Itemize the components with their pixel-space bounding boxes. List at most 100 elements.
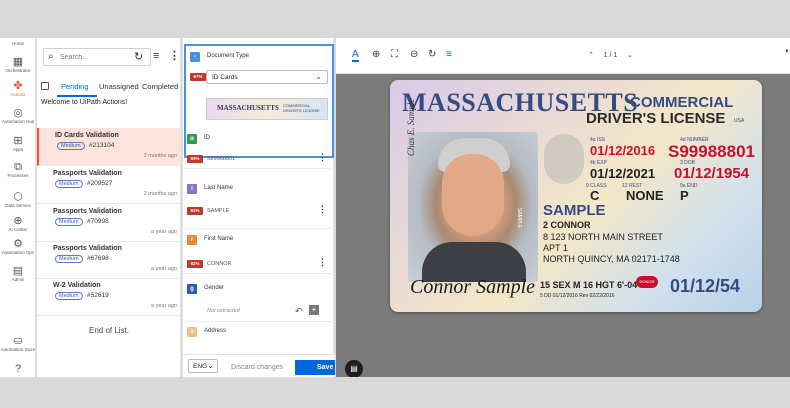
rotate-icon[interactable]: ↻ (428, 49, 436, 60)
rail-item-automation-hub[interactable]: ◎ Automation Hub (0, 107, 36, 124)
divider (183, 228, 335, 229)
task-id: #67698 (87, 255, 109, 262)
task-item[interactable]: Passports Validation Medium #70998 a yea… (37, 204, 181, 242)
photo-face (442, 154, 504, 236)
rail-home-label[interactable]: Home (0, 41, 36, 46)
chevron-down-icon: ⌄ (207, 361, 214, 370)
license-address3: NORTH QUINCY, MA 02171-1748 (543, 254, 680, 264)
document-type-select[interactable]: ID Cards ⌄ (206, 70, 328, 84)
orchestrator-icon: ▦ (12, 56, 24, 68)
page-down-icon[interactable]: ⌄ (627, 52, 633, 59)
task-item[interactable]: W-2 Validation Medium #52619 a year ago (37, 278, 181, 316)
task-time: a year ago (151, 229, 177, 235)
automation-ops-icon: ⚙ (13, 238, 23, 250)
field-value[interactable]: SAMPLE (207, 208, 229, 214)
text-layer-icon[interactable]: ≡ (446, 49, 452, 60)
license-usa: USA (734, 118, 745, 124)
rail-item-automation-store[interactable]: ⛀ Automation Store (0, 335, 36, 352)
task-title: W-2 Validation (53, 282, 101, 289)
filter-icon[interactable]: ≡ (153, 50, 159, 62)
document-thumbnail[interactable]: MASSACHUSETTS COMMERCIAL DRIVER'S LICENS… (206, 98, 328, 120)
rail-label: Actions (10, 92, 26, 97)
text-select-icon[interactable]: A (352, 49, 359, 62)
license-last-name: SAMPLE (543, 202, 606, 219)
license-dd: 5 DD 01/12/2016 Rev 02/22/2016 (540, 293, 615, 299)
task-item[interactable]: Passports Validation Medium #209527 2 mo… (37, 166, 181, 204)
search-box[interactable]: ⌕ ↻ (43, 48, 151, 66)
rail-item-help[interactable]: ? (0, 363, 36, 375)
fit-screen-icon[interactable]: ⛶ (391, 49, 398, 60)
license-address1: 8 123 NORTH MAIN STREET (543, 232, 663, 242)
more-options-icon[interactable]: ⋮ (169, 49, 180, 62)
chat-icon[interactable]: ▤ (345, 360, 363, 378)
admin-icon: ▤ (12, 265, 24, 277)
actions-icon: ✤ (13, 80, 23, 92)
field-value[interactable]: CONNOR (207, 261, 231, 267)
more-options-icon[interactable]: ⋮ (318, 204, 327, 215)
refresh-icon[interactable]: ↻ (134, 50, 143, 63)
rail-item-processes[interactable]: ⧉ Processes (0, 161, 36, 178)
task-item[interactable]: ID Cards Validation Medium #213104 2 mon… (37, 128, 181, 166)
rail-label: Orchestrator (5, 68, 31, 73)
license-type2: DRIVER'S LICENSE (586, 110, 726, 127)
class-value: C (590, 188, 600, 203)
dob-value: 01/12/1954 (674, 165, 750, 182)
rail-item-admin[interactable]: ▤ Admin (0, 265, 36, 282)
search-input[interactable] (60, 51, 120, 63)
field-text-icon: I (187, 184, 197, 194)
license-first-name: 2 CONNOR (543, 220, 591, 230)
document-type-icon: ▫ (190, 52, 200, 62)
language-select[interactable]: ENG ⌄ (188, 359, 218, 373)
field-address-icon: a (187, 327, 197, 337)
thumb-subtitle: COMMERCIAL DRIVER'S LICENSE (283, 103, 320, 113)
page-navigator: ⌃ 1 / 1 ⌄ (588, 51, 633, 59)
page-up-icon[interactable]: ⌃ (588, 52, 594, 59)
select-all-checkbox[interactable] (41, 82, 49, 90)
task-title: Passports Validation (53, 208, 122, 215)
field-text-icon: r (187, 235, 197, 245)
more-options-icon[interactable]: ⋮ (318, 152, 327, 163)
rail-item-apps[interactable]: ⊞ Apps (0, 135, 36, 152)
add-icon[interactable]: + (309, 305, 319, 315)
search-icon: ⌕ (48, 51, 54, 62)
thumb-title: MASSACHUSETTS (217, 104, 279, 112)
priority-badge: Medium (55, 218, 83, 226)
task-title: Passports Validation (53, 170, 122, 177)
zoom-in-icon[interactable]: ⊕ (372, 49, 380, 60)
nav-rail: Home ▦ Orchestrator ✤ Actions ◎ Automati… (0, 38, 36, 377)
rail-label: Automation Hub (1, 119, 35, 124)
top-bar (0, 0, 790, 38)
undo-icon[interactable]: ↶ (295, 306, 303, 317)
zoom-out-icon[interactable]: ⊖ (410, 49, 418, 60)
rail-item-data-service[interactable]: ⬡ Data Service (0, 191, 36, 208)
rail-item-orchestrator[interactable]: ▦ Orchestrator (0, 56, 36, 73)
rail-item-automation-ops[interactable]: ⚙ Automation Ops (0, 238, 36, 255)
field-value[interactable]: S99988801 (207, 156, 235, 162)
rail-item-ai-center[interactable]: ⊕ AI Center (0, 215, 36, 232)
save-button[interactable]: Save (295, 360, 335, 375)
exp-value: 01/12/2021 (590, 166, 656, 181)
panel-toggle-icon[interactable]: ◐ (785, 46, 790, 55)
tab-unassigned[interactable]: Unassigned (99, 82, 139, 91)
field-value[interactable]: Not extracted (207, 308, 240, 314)
rail-label: Apps (12, 147, 24, 152)
task-time: a year ago (151, 303, 177, 309)
donor-heart-icon: DONOR (636, 276, 658, 288)
task-item[interactable]: Passports Validation Medium #67698 a yea… (37, 241, 181, 279)
discard-changes-button[interactable]: Discard changes (231, 364, 283, 371)
more-options-icon[interactable]: ⋮ (318, 257, 327, 268)
viewer-toolbar: A ⊕ ⛶ ⊖ ↻ ≡ ⌃ 1 / 1 ⌄ ◐ (336, 38, 790, 74)
rail-item-actions[interactable]: ✤ Actions (0, 80, 36, 97)
page-current[interactable]: 1 (604, 52, 608, 59)
fields-panel: ▫ Document Type 67% ID Cards ⌄ MASSACHUS… (182, 38, 335, 377)
tab-completed[interactable]: Completed (142, 82, 178, 91)
task-list-panel: ⌕ ↻ ≡ ⋮ Pending Unassigned Completed Wel… (37, 38, 181, 377)
language-value: ENG (193, 363, 208, 370)
task-id: #52619 (87, 292, 109, 299)
chevron-down-icon: ⌄ (315, 72, 322, 81)
ai-center-icon: ⊕ (13, 215, 23, 227)
task-title: ID Cards Validation (55, 132, 119, 139)
page-total: 1 (613, 52, 618, 59)
priority-badge: Medium (55, 180, 83, 188)
tab-pending[interactable]: Pending (61, 82, 89, 91)
